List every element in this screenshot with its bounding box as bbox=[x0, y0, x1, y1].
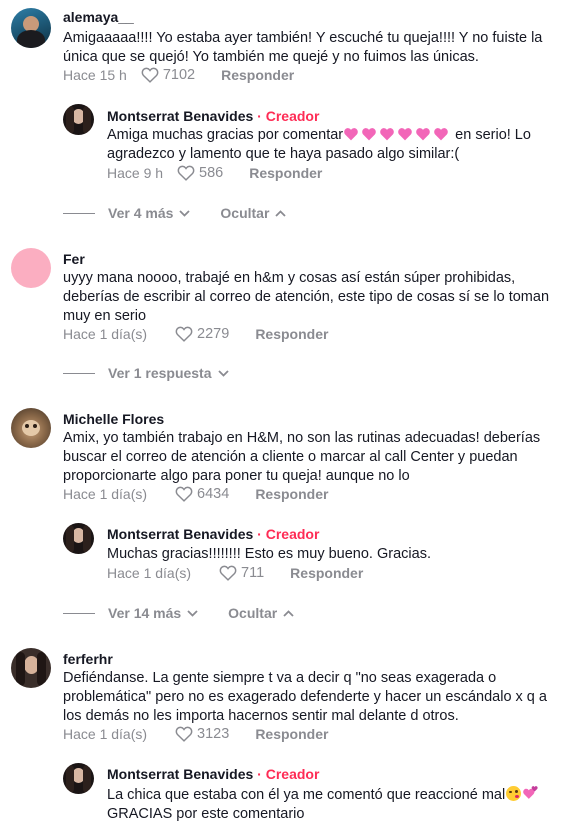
heart-icon bbox=[175, 486, 193, 502]
reply-button[interactable]: Responder bbox=[255, 486, 328, 502]
divider-line bbox=[63, 612, 95, 614]
divider-line bbox=[63, 372, 95, 374]
chevron-down-icon bbox=[217, 369, 229, 377]
pink-heart-icon bbox=[362, 128, 376, 141]
reply-username[interactable]: Montserrat Benavides · Creador bbox=[107, 526, 319, 542]
view-more-button[interactable]: Ver 14 más bbox=[108, 605, 198, 621]
chevron-down-icon bbox=[187, 609, 198, 617]
divider-line bbox=[63, 212, 95, 214]
chevron-up-icon bbox=[275, 209, 287, 217]
like-count: 6434 bbox=[197, 486, 230, 502]
comment-text: Amix, yo también trabajo en H&M, no son … bbox=[63, 430, 541, 484]
reply-username-label: Montserrat Benavides bbox=[107, 526, 254, 542]
comment-username[interactable]: ferferhr bbox=[63, 651, 113, 667]
avatar[interactable] bbox=[11, 408, 51, 448]
heart-icon bbox=[177, 165, 195, 181]
chevron-up-icon bbox=[283, 609, 294, 617]
like-button[interactable]: 711 bbox=[219, 565, 264, 581]
pink-heart-icon bbox=[434, 128, 448, 141]
comment-time: Hace 1 día(s) bbox=[63, 486, 148, 502]
view-replies-button[interactable]: Ver 1 respuesta bbox=[108, 365, 229, 381]
reply-username[interactable]: Montserrat Benavides · Creador bbox=[107, 108, 319, 124]
like-count: 711 bbox=[241, 565, 265, 581]
heart-icon bbox=[175, 326, 193, 342]
reply-username-label: Montserrat Benavides bbox=[107, 108, 254, 124]
pink-heart-icon bbox=[398, 128, 412, 141]
view-replies-label: Ver 1 respuesta bbox=[108, 365, 212, 381]
comment-time: Hace 1 día(s) bbox=[63, 326, 148, 342]
avatar[interactable] bbox=[11, 648, 51, 688]
chevron-down-icon bbox=[179, 209, 191, 217]
reply-button[interactable]: Responder bbox=[249, 165, 322, 181]
avatar[interactable] bbox=[11, 8, 51, 48]
reply-time: Hace 9 h bbox=[107, 165, 164, 181]
comment-time: Hace 1 día(s) bbox=[63, 726, 148, 742]
comment-username[interactable]: alemaya__ bbox=[63, 9, 134, 25]
hide-button[interactable]: Ocultar bbox=[220, 205, 287, 221]
comment-text: uyyy mana noooo, trabajé en h&m y cosas … bbox=[63, 270, 550, 324]
hide-label: Ocultar bbox=[228, 605, 278, 621]
comment-meta: Hace 1 día(s) 3123 Responder bbox=[63, 726, 328, 742]
reply-meta: Hace 9 h 586 Responder bbox=[107, 165, 322, 181]
kissing-face-emoji bbox=[506, 786, 522, 801]
pink-heart-icon bbox=[380, 128, 394, 141]
heart-icon bbox=[219, 565, 237, 581]
like-button[interactable]: 7102 bbox=[141, 67, 195, 83]
like-count: 586 bbox=[199, 165, 224, 181]
reply-text-part: GRACIAS por este comentario bbox=[107, 806, 305, 822]
hide-button[interactable]: Ocultar bbox=[228, 605, 294, 621]
avatar[interactable] bbox=[63, 523, 94, 554]
like-button[interactable]: 586 bbox=[177, 165, 223, 181]
hide-label: Ocultar bbox=[220, 205, 270, 221]
reply-username-label: Montserrat Benavides bbox=[107, 766, 254, 782]
comment-text: Amigaaaaa!!!! Yo estaba ayer también! Y … bbox=[63, 30, 543, 65]
pink-heart-icon bbox=[416, 128, 430, 141]
avatar[interactable] bbox=[63, 763, 94, 794]
like-button[interactable]: 2279 bbox=[175, 326, 229, 342]
avatar[interactable] bbox=[63, 104, 94, 135]
heart-icon bbox=[141, 67, 159, 83]
reply-meta: Hace 1 día(s) 711 Responder bbox=[107, 565, 363, 581]
comment-meta: Hace 1 día(s) 6434 Responder bbox=[63, 486, 328, 502]
reply-username[interactable]: Montserrat Benavides · Creador bbox=[107, 766, 319, 782]
reply-button[interactable]: Responder bbox=[221, 67, 294, 83]
comment-meta: Hace 1 día(s) 2279 Responder bbox=[63, 326, 328, 342]
reply-text: Muchas gracias!!!!!!!! Esto es muy bueno… bbox=[107, 546, 431, 562]
comment-username[interactable]: Michelle Flores bbox=[63, 411, 164, 427]
reply-text-part: Amiga muchas gracias por comentar bbox=[107, 127, 344, 143]
reply-text: La chica que estaba con él ya me comentó… bbox=[107, 785, 557, 824]
replies-toggle-row: Ver 14 más Ocultar bbox=[63, 605, 294, 621]
creator-badge: · Creador bbox=[257, 526, 320, 542]
replies-toggle-row: Ver 1 respuesta bbox=[63, 365, 229, 381]
view-more-label: Ver 14 más bbox=[108, 605, 182, 621]
reply-button[interactable]: Responder bbox=[255, 326, 328, 342]
creator-badge: · Creador bbox=[257, 108, 320, 124]
revolving-hearts-icon bbox=[523, 786, 538, 799]
comment-text: Defiéndanse. La gente siempre t va a dec… bbox=[63, 670, 547, 724]
avatar[interactable] bbox=[11, 248, 51, 288]
comment-username[interactable]: Fer bbox=[63, 251, 85, 267]
creator-badge: · Creador bbox=[257, 766, 320, 782]
reply-time: Hace 1 día(s) bbox=[107, 565, 192, 581]
view-more-label: Ver 4 más bbox=[108, 205, 174, 221]
reply-text-part: La chica que estaba con él ya me comentó… bbox=[107, 787, 506, 803]
pink-heart-emoji-group bbox=[343, 127, 451, 143]
replies-toggle-row: Ver 4 más Ocultar bbox=[63, 205, 287, 221]
reply-button[interactable]: Responder bbox=[255, 726, 328, 742]
like-button[interactable]: 3123 bbox=[175, 726, 229, 742]
like-count: 3123 bbox=[197, 726, 230, 742]
reply-text: Amiga muchas gracias por comentar en ser… bbox=[107, 126, 552, 164]
pink-heart-icon bbox=[344, 128, 358, 141]
view-more-button[interactable]: Ver 4 más bbox=[108, 205, 191, 221]
comment-meta: Hace 15 h 7102 Responder bbox=[63, 67, 294, 83]
like-button[interactable]: 6434 bbox=[175, 486, 229, 502]
reply-button[interactable]: Responder bbox=[290, 565, 363, 581]
like-count: 2279 bbox=[197, 326, 230, 342]
like-count: 7102 bbox=[162, 67, 196, 83]
comment-time: Hace 15 h bbox=[63, 67, 127, 83]
heart-icon bbox=[175, 726, 193, 742]
